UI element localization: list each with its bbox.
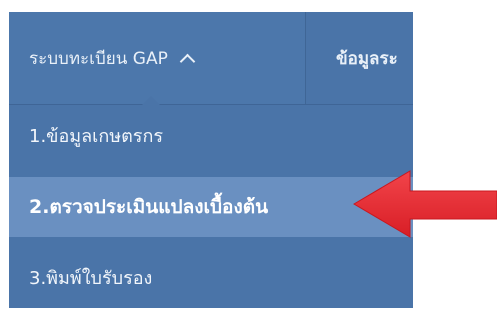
top-navbar: ระบบทะเบียน GAP ข้อมูลระ — [9, 12, 413, 105]
nav-gap-registration-label: ระบบทะเบียน GAP — [29, 48, 168, 69]
nav-data-menu[interactable]: ข้อมูลระ — [306, 12, 413, 104]
nav-data-menu-label: ข้อมูลระ — [336, 48, 398, 69]
nav-gap-registration[interactable]: ระบบทะเบียน GAP — [9, 12, 305, 104]
chevron-up-icon — [179, 53, 196, 69]
menu-item-print-certificate[interactable]: 3.พิมพ์ใบรับรอง — [9, 249, 413, 305]
menu-item-label: 1.ข้อมูลเกษตรกร — [29, 125, 164, 147]
menu-item-label: 2.ตรวจประเมินแปลงเบื้องต้น — [29, 196, 269, 218]
menu-item-label: 3.พิมพ์ใบรับรอง — [29, 267, 153, 289]
screenshot-stage: ระบบทะเบียน GAP ข้อมูลระ 1.ข้อมูลเกษตรกร… — [0, 0, 497, 314]
dropdown-pointer-icon — [142, 96, 160, 105]
menu-item-farmer-info[interactable]: 1.ข้อมูลเกษตรกร — [9, 107, 413, 163]
red-arrow-icon — [353, 170, 497, 238]
